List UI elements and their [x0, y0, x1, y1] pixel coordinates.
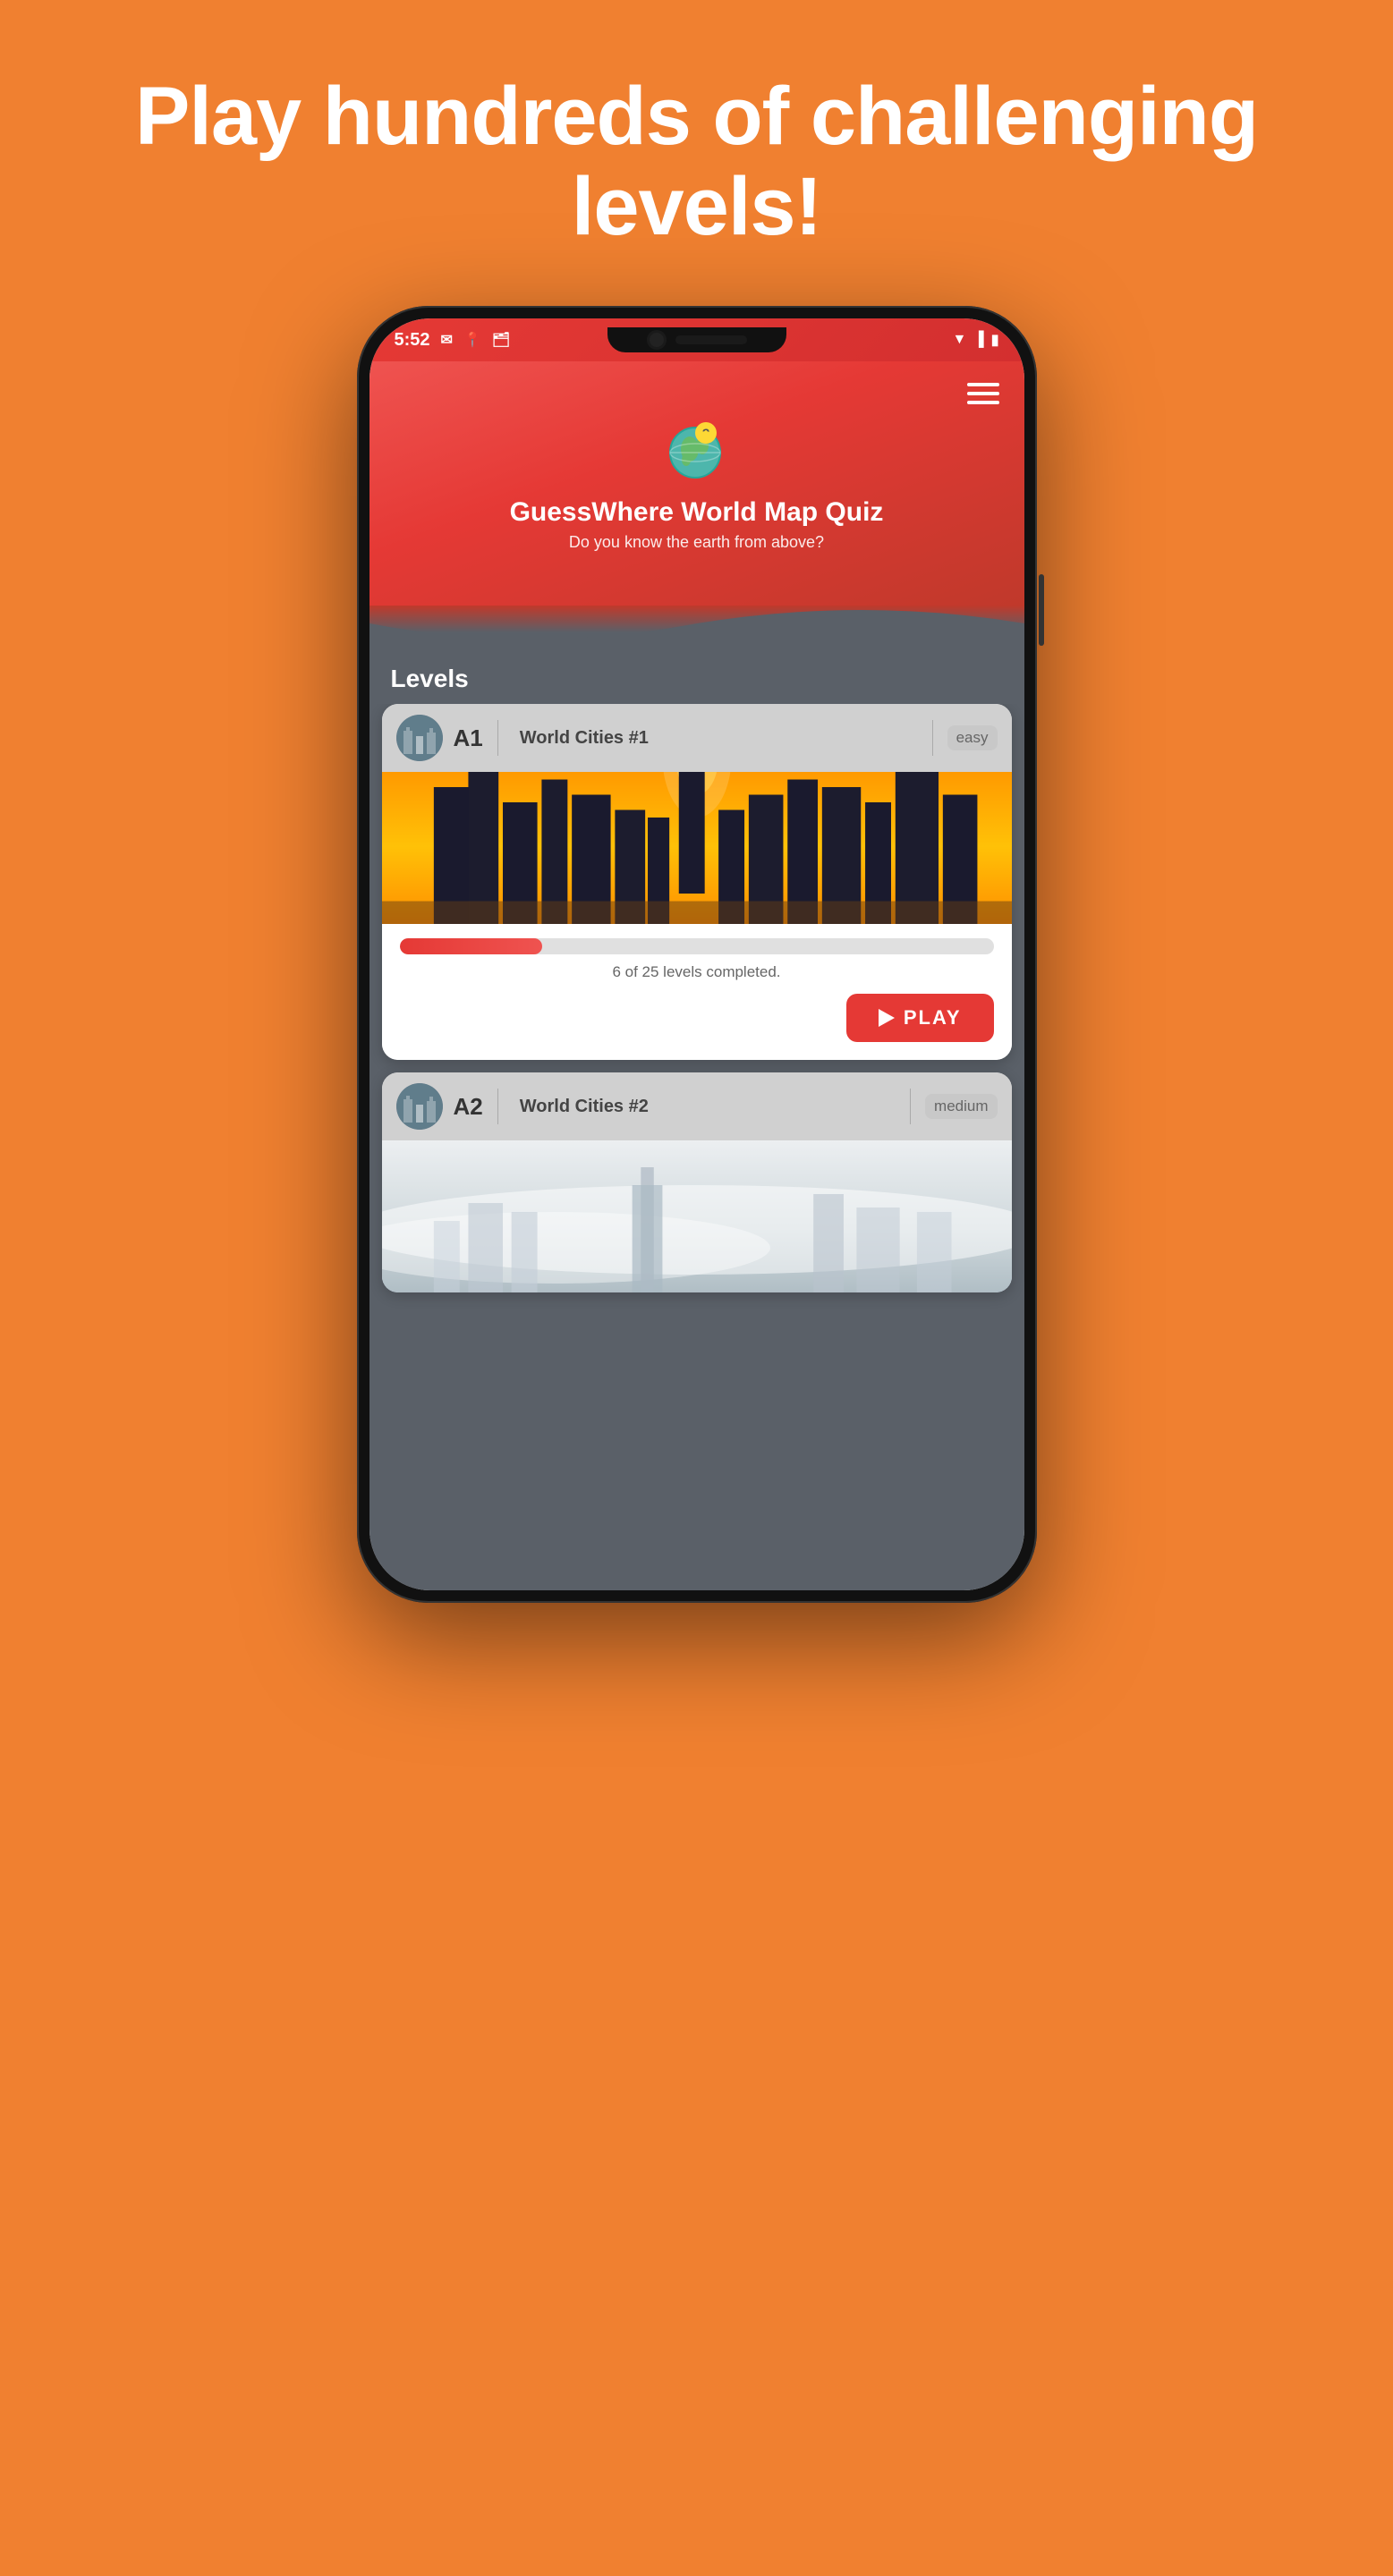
level-a1-header: A1 World Cities #1 easy: [382, 704, 1012, 772]
level-a1-image: [382, 772, 1012, 924]
level-a1-name: World Cities #1: [513, 728, 918, 749]
wallet-icon: 🗂: [492, 331, 510, 349]
play-button-label: PLAY: [904, 1006, 962, 1030]
battery-icon: ▮: [991, 331, 999, 349]
wave-svg: [369, 606, 1024, 650]
signal-icon: ▐: [973, 332, 983, 348]
level-card-a2[interactable]: A2 World Cities #2 medium: [382, 1072, 1012, 1292]
app-logo: ?: [661, 413, 733, 485]
level-a1-progress: 6 of 25 levels completed. PLAY: [382, 924, 1012, 1060]
phone-screen: 5:52 ✉ 📍 🗂 ▼ ▐ ▮: [369, 318, 1024, 1590]
app-title: GuessWhere World Map Quiz: [510, 497, 884, 528]
phone-camera: [647, 330, 667, 350]
wave-transition: [369, 606, 1024, 650]
level-a2-name: World Cities #2: [513, 1097, 896, 1117]
divider-a1-2: [932, 720, 933, 756]
phone-notch: [607, 327, 786, 352]
hamburger-line-2: [967, 392, 999, 395]
app-header: ? GuessWhere World Map Quiz Do you know …: [369, 361, 1024, 606]
status-bar-left: 5:52 ✉ 📍 🗂: [395, 330, 511, 351]
play-button-row-a1: PLAY: [400, 994, 994, 1042]
hamburger-line-3: [967, 401, 999, 404]
level-a2-image: [382, 1140, 1012, 1292]
divider-a2: [497, 1089, 498, 1124]
phone-side-button: [1039, 574, 1044, 646]
phone-mockup: 5:52 ✉ 📍 🗂 ▼ ▐ ▮: [357, 306, 1037, 2576]
status-time: 5:52: [395, 330, 430, 351]
level-a1-difficulty: easy: [947, 725, 998, 750]
dubai-skyline-svg: [382, 772, 1012, 924]
play-triangle-icon: [879, 1009, 895, 1027]
header-top-row: [395, 383, 999, 404]
level-a2-header: A2 World Cities #2 medium: [382, 1072, 1012, 1140]
gmail-icon: ✉: [441, 331, 453, 349]
phone-speaker: [675, 335, 747, 344]
divider-a2-2: [910, 1089, 911, 1124]
hamburger-menu-button[interactable]: [967, 383, 999, 404]
progress-bar-bg-a1: [400, 938, 994, 954]
progress-text-a1: 6 of 25 levels completed.: [400, 963, 994, 981]
map-pin-icon: 📍: [463, 331, 481, 349]
hamburger-line-1: [967, 383, 999, 386]
level-a2-icon: [396, 1083, 443, 1130]
level-a2-id: A2: [454, 1093, 483, 1121]
level-a1-icon: [396, 715, 443, 761]
hero-text: Play hundreds of challenging levels!: [0, 0, 1393, 306]
levels-list: A1 World Cities #1 easy: [369, 704, 1024, 1310]
app-subtitle: Do you know the earth from above?: [569, 533, 824, 552]
levels-header: Levels: [369, 650, 1024, 704]
play-button-a1[interactable]: PLAY: [846, 994, 994, 1042]
level-card-a1[interactable]: A1 World Cities #1 easy: [382, 704, 1012, 1060]
progress-bar-fill-a1: [400, 938, 542, 954]
fog-skyline-svg: [382, 1140, 1012, 1292]
levels-section: Levels: [369, 650, 1024, 1590]
level-a1-id: A1: [454, 724, 483, 752]
level-a2-difficulty: medium: [925, 1094, 997, 1119]
wifi-icon: ▼: [953, 332, 967, 348]
divider-a1: [497, 720, 498, 756]
status-bar-right: ▼ ▐ ▮: [953, 331, 999, 349]
